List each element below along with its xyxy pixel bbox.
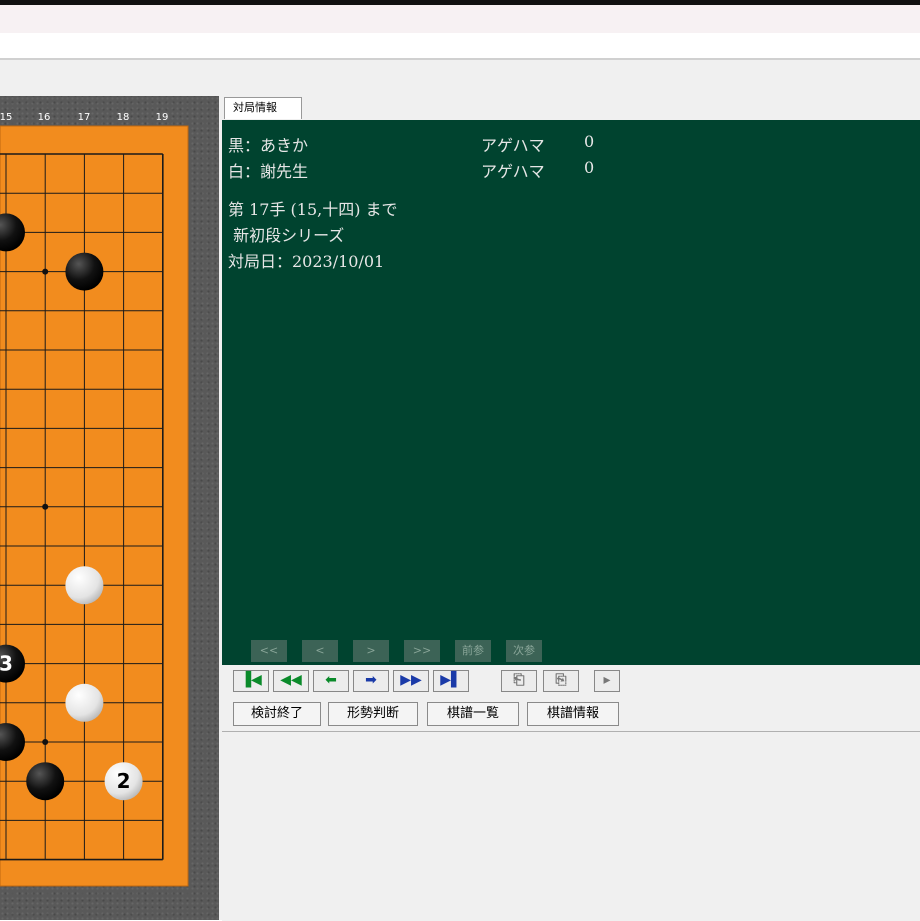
branch-jump-icon[interactable]: ⎘ — [543, 670, 579, 692]
back-button[interactable]: ⬅ — [313, 670, 349, 692]
toolbar-area — [0, 33, 920, 58]
record-list-button[interactable]: 棋譜一覧 — [427, 702, 519, 726]
prev-reference-button[interactable]: 前参 — [455, 640, 491, 662]
move-number: 2 — [117, 769, 131, 793]
go-board[interactable]: 15 16 17 18 19 3 2 — [0, 96, 219, 920]
col-label: 15 — [0, 112, 12, 123]
comment-last-button[interactable]: >> — [404, 640, 440, 662]
black-stone[interactable] — [26, 762, 65, 801]
go-board-panel: 15 16 17 18 19 3 2 — [0, 96, 219, 920]
fast-back-button[interactable]: ◀◀ — [273, 670, 309, 692]
tab-game-info[interactable]: 対局情報 — [224, 97, 302, 119]
record-info-button[interactable]: 棋譜情報 — [527, 702, 619, 726]
col-label: 18 — [117, 112, 130, 123]
white-player: 白：謝先生 — [228, 162, 309, 181]
series-name: 新初段シリーズ — [228, 226, 345, 245]
position-judge-button[interactable]: 形勢判断 — [328, 702, 418, 726]
game-info-panel: 黒：あきか アゲハマ 0 白：謝先生 アゲハマ 0 第 17手 (15,十四) … — [222, 120, 920, 665]
fast-forward-button[interactable]: ▶▶ — [393, 670, 429, 692]
menu-area — [0, 60, 920, 96]
star-point — [42, 739, 49, 745]
col-label: 16 — [38, 112, 51, 123]
first-move-button[interactable]: ▐◀ — [233, 670, 269, 692]
black-player: 黒：あきか — [228, 136, 309, 155]
star-point — [42, 503, 49, 510]
last-move-button[interactable]: ▶▌ — [433, 670, 469, 692]
black-captures: 0 — [584, 132, 595, 151]
comment-next-button[interactable]: > — [353, 640, 389, 662]
title-area — [0, 5, 920, 33]
black-captures-label: アゲハマ — [481, 136, 545, 155]
comment-first-button[interactable]: << — [251, 640, 287, 662]
white-stone[interactable] — [65, 566, 104, 605]
star-point — [42, 268, 49, 275]
move-number: 3 — [0, 652, 13, 676]
white-captures-label: アゲハマ — [481, 162, 545, 181]
play-icon[interactable]: ▸ — [594, 670, 620, 692]
comment-prev-button[interactable]: < — [302, 640, 338, 662]
next-reference-button[interactable]: 次参 — [506, 640, 542, 662]
white-stone[interactable] — [65, 683, 104, 722]
end-review-button[interactable]: 検討終了 — [233, 702, 321, 726]
board-surface — [0, 125, 189, 887]
comment-jump-icon[interactable]: ⎗ — [501, 670, 537, 692]
comment-area[interactable] — [222, 731, 920, 921]
col-label: 17 — [78, 112, 91, 123]
game-date: 対局日：2023/10/01 — [228, 252, 385, 271]
move-status: 第 17手 (15,十四) まで — [228, 200, 398, 219]
col-label: 19 — [156, 112, 169, 123]
column-labels: 15 16 17 18 19 — [0, 112, 168, 123]
black-stone[interactable] — [65, 252, 104, 291]
right-panel: 対局情報 黒：あきか アゲハマ 0 白：謝先生 アゲハマ 0 第 17手 (15… — [219, 96, 920, 921]
white-captures: 0 — [584, 158, 595, 177]
forward-button[interactable]: ➡ — [353, 670, 389, 692]
